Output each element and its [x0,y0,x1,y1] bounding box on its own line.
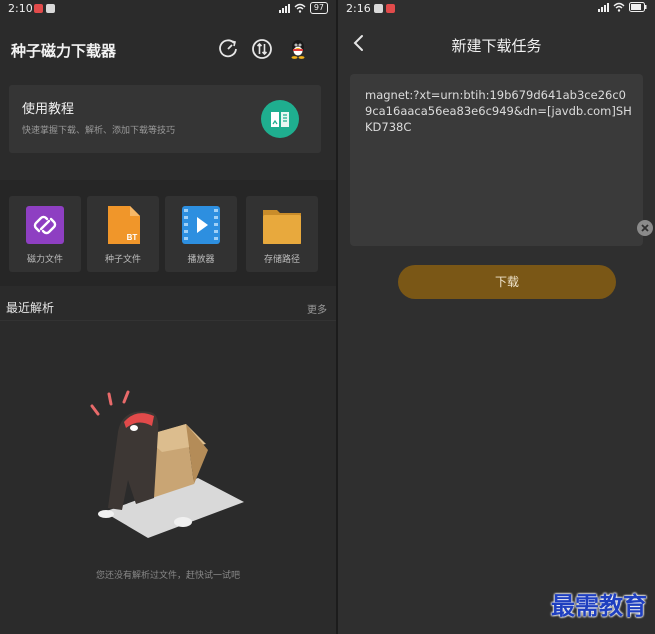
tile-label: 种子文件 [104,255,141,265]
bt-file-icon: BT [108,206,140,244]
notification-icon [34,4,43,13]
watermark-logo: 最需教育 [551,591,647,620]
empty-state-text: 您还没有解析过文件，赶快试一试吧 [95,571,240,581]
right-screen: 2:16 新建下载任务 magnet:?xt=urn:btih:19b679d6… [338,0,655,634]
wifi-icon [294,3,306,13]
empty-state-illustration [90,390,244,538]
sort-transfer-icon[interactable] [251,38,273,60]
download-button[interactable]: 下载 [398,265,616,299]
tutorial-subtitle: 快速掌握下载、解析、添加下载等技巧 [22,126,176,136]
tile-label: 存储路径 [263,255,300,265]
bt-badge: BT [127,233,138,242]
tutorial-title: 使用教程 [22,102,75,117]
tile-magnet-file[interactable]: 磁力文件 [9,196,81,272]
tutorial-card[interactable]: 使用教程 快速掌握下载、解析、添加下载等技巧 [9,85,321,153]
magnet-input-value: magnet:?xt=urn:btih:19b679d641ab3ce26c09… [365,88,632,134]
qq-penguin-icon[interactable] [287,38,309,60]
magnet-input[interactable]: magnet:?xt=urn:btih:19b679d641ab3ce26c09… [350,74,643,246]
battery-icon: 97 [309,2,328,14]
clear-icon[interactable] [636,219,654,237]
notification-icon [46,4,55,13]
left-screen: 2:10 97 种子磁力下载器 使用教程 快速掌握下载、解析、添加下载等技巧 磁… [0,0,336,634]
magnet-link-icon [26,206,64,244]
player-icon [182,206,220,244]
status-bar: 2:16 [338,0,655,18]
tile-torrent-file[interactable]: BT 种子文件 [87,196,159,272]
status-time: 2:16 [346,2,371,15]
more-link[interactable]: 更多 [307,301,327,316]
status-time: 2:10 [8,2,33,15]
notification-icon [386,4,395,13]
battery-icon [629,2,647,12]
notification-icons [34,4,55,13]
book-icon [261,100,299,138]
signal-icon [278,3,290,13]
wifi-icon [613,2,625,12]
app-title: 种子磁力下载器 [11,42,117,60]
tile-storage-path[interactable]: 存储路径 [246,196,318,272]
refresh-icon[interactable] [217,38,239,60]
tile-label: 磁力文件 [26,255,63,265]
page-title: 新建下载任务 [451,37,542,55]
signal-icon [598,2,609,12]
notification-icons [374,4,395,13]
recent-title: 最近解析 [6,301,55,315]
status-bar: 2:10 97 [0,0,336,18]
divider [0,320,336,321]
tile-player[interactable]: 播放器 [165,196,237,272]
notification-icon [374,4,383,13]
tile-label: 播放器 [187,255,215,265]
folder-icon [263,210,301,244]
